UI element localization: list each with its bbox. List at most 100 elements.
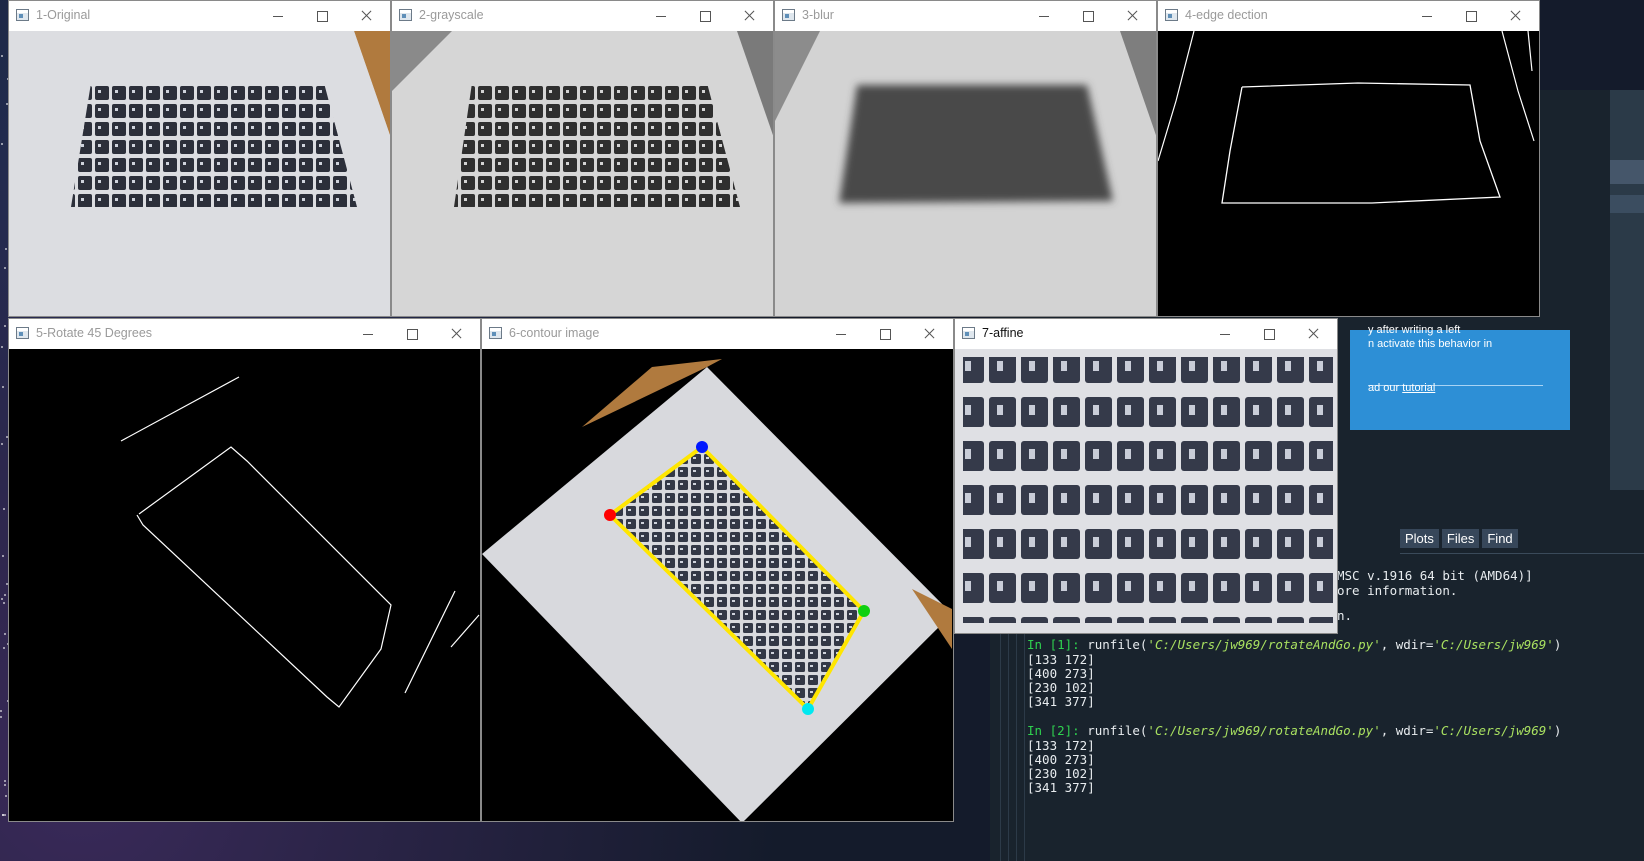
ide-toolbar-field[interactable]: [1610, 160, 1644, 184]
close-icon[interactable]: [344, 1, 388, 31]
star: [2, 814, 4, 816]
title-bar[interactable]: 2-grayscale: [392, 1, 773, 31]
maximize-icon[interactable]: [683, 1, 727, 31]
tutorial-tooltip: y after writing a left n activate this b…: [1350, 330, 1570, 430]
opencv-window-icon: [399, 9, 412, 21]
corner-point-cyan: [802, 703, 814, 715]
star: [1, 143, 3, 145]
minimize-icon[interactable]: [1405, 1, 1449, 31]
console-output-line: [230 102]: [1027, 766, 1095, 781]
opencv-window-icon: [1165, 9, 1178, 21]
window-affine[interactable]: 7-affine: [954, 318, 1338, 634]
minimize-icon[interactable]: [346, 319, 390, 349]
window-title: 3-blur: [802, 8, 834, 22]
pane-separator: [1400, 553, 1644, 554]
opencv-window-icon: [782, 9, 795, 21]
window-grayscale[interactable]: 2-grayscale: [391, 0, 774, 317]
image-rotated-edges: [9, 349, 480, 821]
tab-plots[interactable]: Plots: [1400, 529, 1439, 548]
tab-find[interactable]: Find: [1482, 529, 1517, 548]
corner-point-blue: [696, 441, 708, 453]
tutorial-link[interactable]: tutorial: [1402, 382, 1435, 394]
console-command-1: In [1]: runfile('C:/Users/jw969/rotateAn…: [1027, 637, 1561, 652]
console-output-line: [341 377]: [1027, 780, 1095, 795]
corner-point-red: [604, 509, 616, 521]
star: [4, 814, 6, 816]
close-icon[interactable]: [434, 319, 478, 349]
close-icon[interactable]: [907, 319, 951, 349]
star: [4, 780, 6, 782]
maximize-icon[interactable]: [390, 319, 434, 349]
console-header-1: MSC v.1916 64 bit (AMD64)]: [1337, 568, 1533, 583]
minimize-icon[interactable]: [639, 1, 683, 31]
star: [3, 508, 5, 510]
corner-point-green: [858, 605, 870, 617]
ide-side-panel: [1610, 90, 1644, 490]
image-affine: [955, 349, 1337, 633]
image-original: [9, 31, 390, 316]
window-title: 6-contour image: [509, 326, 599, 340]
maximize-icon[interactable]: [1247, 319, 1291, 349]
star: [1, 443, 3, 445]
close-icon[interactable]: [727, 1, 771, 31]
window-contour[interactable]: 6-contour image: [481, 318, 954, 822]
window-rotate[interactable]: 5-Rotate 45 Degrees: [8, 318, 481, 822]
star: [4, 784, 6, 786]
window-title: 1-Original: [36, 8, 90, 22]
image-blur: [775, 31, 1156, 316]
minimize-icon[interactable]: [1022, 1, 1066, 31]
star: [0, 716, 2, 718]
title-bar[interactable]: 5-Rotate 45 Degrees: [9, 319, 480, 349]
star: [3, 602, 5, 604]
console-output-line: [133 172]: [1027, 738, 1095, 753]
minimize-icon[interactable]: [1203, 319, 1247, 349]
ide-toolbar-field-2[interactable]: [1610, 195, 1644, 213]
star: [1, 598, 3, 600]
close-icon[interactable]: [1493, 1, 1537, 31]
star: [4, 633, 6, 635]
ide-pane-tabs: Plots Files Find: [1400, 529, 1518, 548]
opencv-window-icon: [962, 327, 975, 339]
minimize-icon[interactable]: [819, 319, 863, 349]
image-edges: [1158, 31, 1539, 316]
minimize-icon[interactable]: [256, 1, 300, 31]
console-output-line: [230 102]: [1027, 680, 1095, 695]
console-output-line: [341 377]: [1027, 694, 1095, 709]
window-title: 7-affine: [982, 326, 1023, 340]
window-blur[interactable]: 3-blur: [774, 0, 1157, 317]
opencv-window-icon: [489, 327, 502, 339]
console-header-3: n.: [1337, 608, 1352, 623]
window-title: 4-edge dection: [1185, 8, 1268, 22]
maximize-icon[interactable]: [300, 1, 344, 31]
title-bar[interactable]: 3-blur: [775, 1, 1156, 31]
window-title: 5-Rotate 45 Degrees: [36, 326, 152, 340]
star: [1, 55, 3, 57]
star: [1, 346, 3, 348]
console-output-line: [400 273]: [1027, 666, 1095, 681]
star: [4, 267, 6, 269]
tooltip-line-2: n activate this behavior in: [1368, 338, 1492, 350]
maximize-icon[interactable]: [1449, 1, 1493, 31]
maximize-icon[interactable]: [863, 319, 907, 349]
star: [2, 386, 4, 388]
tab-files[interactable]: Files: [1442, 529, 1479, 548]
title-bar[interactable]: 7-affine: [955, 319, 1337, 349]
console-output-line: [400 273]: [1027, 752, 1095, 767]
tooltip-line-1: y after writing a left: [1368, 324, 1460, 336]
opencv-window-icon: [16, 327, 29, 339]
window-original[interactable]: 1-Original: [8, 0, 391, 317]
opencv-window-icon: [16, 9, 29, 21]
title-bar[interactable]: 1-Original: [9, 1, 390, 31]
star: [5, 248, 7, 250]
image-contour: [482, 349, 953, 821]
close-icon[interactable]: [1110, 1, 1154, 31]
close-icon[interactable]: [1291, 319, 1335, 349]
maximize-icon[interactable]: [1066, 1, 1110, 31]
window-title: 2-grayscale: [419, 8, 484, 22]
star: [3, 647, 5, 649]
title-bar[interactable]: 4-edge dection: [1158, 1, 1539, 31]
window-edge-detection[interactable]: 4-edge dection: [1157, 0, 1540, 317]
title-bar[interactable]: 6-contour image: [482, 319, 953, 349]
tooltip-line-3: ad our: [1368, 382, 1402, 394]
star: [0, 710, 2, 712]
